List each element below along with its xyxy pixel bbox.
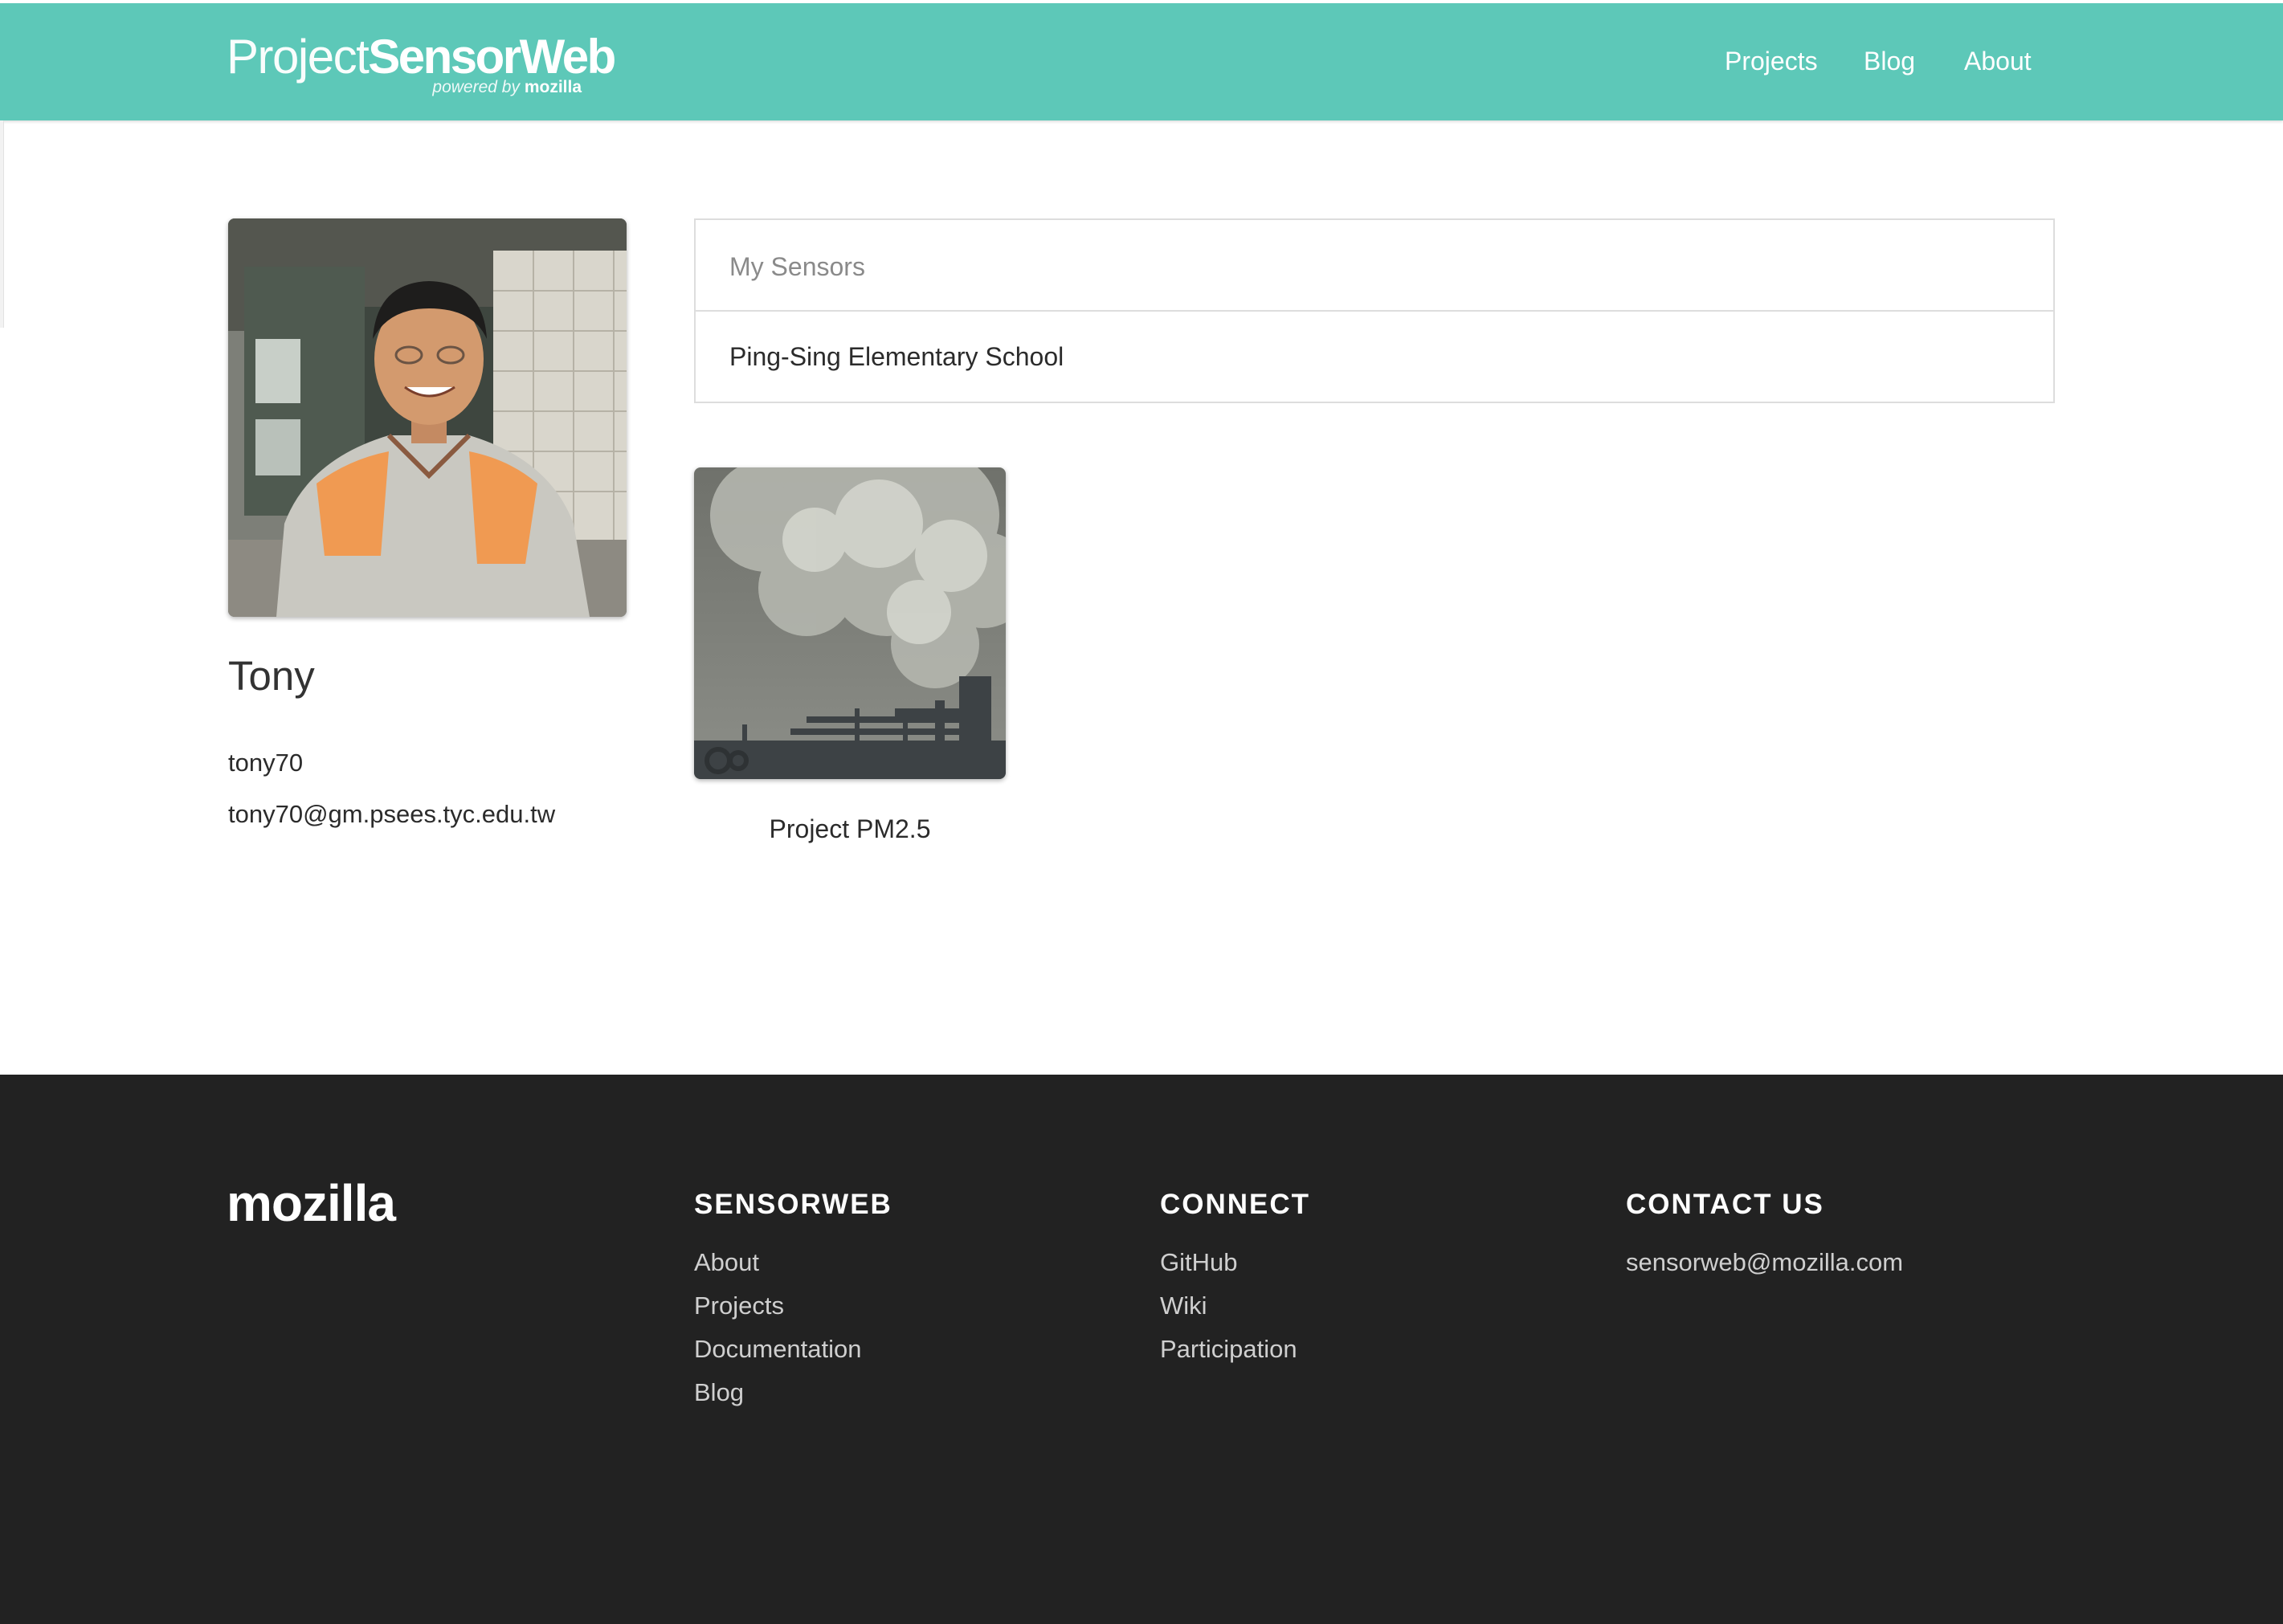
my-sensors-panel-heading: My Sensors <box>696 220 2053 312</box>
project-thumbnail[interactable] <box>694 467 1006 779</box>
sensor-item-label: Ping-Sing Elementary School <box>729 342 1064 371</box>
top-navbar: ProjectSensorWeb powered by mozilla Proj… <box>0 3 2283 120</box>
footer-column-connect: CONNECT GitHub Wiki Participation <box>1160 1187 1310 1377</box>
logo-project-text: Project <box>227 30 370 84</box>
profile-username: tony70 <box>228 749 304 777</box>
my-sensors-panel: My Sensors Ping-Sing Elementary School <box>694 218 2055 403</box>
profile-name: Tony <box>228 653 315 699</box>
nav-projects-link[interactable]: Projects <box>1725 45 1818 77</box>
profile-email: tony70@gm.psees.tyc.edu.tw <box>228 800 556 828</box>
sensor-list-item[interactable]: Ping-Sing Elementary School <box>696 312 2053 403</box>
footer-links-connect: GitHub Wiki Participation <box>1160 1247 1310 1377</box>
footer-heading-sensorweb: SENSORWEB <box>694 1189 892 1220</box>
footer-heading-connect: CONNECT <box>1160 1189 1311 1220</box>
footer-link-documentation[interactable]: Documentation <box>694 1333 892 1377</box>
logo-powered-by: powered by mozilla <box>432 77 582 98</box>
footer-links-sensorweb: About Projects Documentation Blog <box>694 1247 892 1420</box>
side-edge-tab <box>0 120 4 328</box>
powered-by-mozilla: mozilla <box>524 78 582 96</box>
project-smoke-image <box>694 467 1006 779</box>
nav-about-link[interactable]: About <box>1964 45 2032 77</box>
footer-heading-contact: CONTACT US <box>1626 1189 1824 1220</box>
profile-avatar <box>228 218 627 617</box>
footer-link-about[interactable]: About <box>694 1247 892 1290</box>
avatar-photo <box>228 218 627 617</box>
footer-link-wiki[interactable]: Wiki <box>1160 1290 1310 1333</box>
footer-links-contact: sensorweb@mozilla.com <box>1626 1247 1903 1290</box>
logo-sensorweb-text: SensorWeb <box>368 30 616 84</box>
footer-column-sensorweb: SENSORWEB About Projects Documentation B… <box>694 1187 892 1420</box>
project-card[interactable]: Project PM2.5 <box>694 467 1006 853</box>
powered-by-text: powered by <box>432 78 520 96</box>
footer-link-github[interactable]: GitHub <box>1160 1247 1310 1290</box>
footer-link-contact-email[interactable]: sensorweb@mozilla.com <box>1626 1247 1903 1290</box>
footer-link-participation[interactable]: Participation <box>1160 1333 1310 1377</box>
nav-blog-link[interactable]: Blog <box>1864 45 1915 77</box>
project-title[interactable]: Project PM2.5 <box>694 813 1006 845</box>
footer-link-projects[interactable]: Projects <box>694 1290 892 1333</box>
footer-link-blog[interactable]: Blog <box>694 1377 892 1420</box>
site-logo[interactable]: ProjectSensorWeb powered by mozilla <box>227 24 616 103</box>
site-footer: mozilla SENSORWEB About Projects Documen… <box>0 1075 2283 1624</box>
footer-mozilla-logo[interactable]: mozilla <box>227 1171 396 1235</box>
footer-column-contact: CONTACT US sensorweb@mozilla.com <box>1626 1187 1903 1290</box>
my-sensors-title: My Sensors <box>729 252 865 281</box>
